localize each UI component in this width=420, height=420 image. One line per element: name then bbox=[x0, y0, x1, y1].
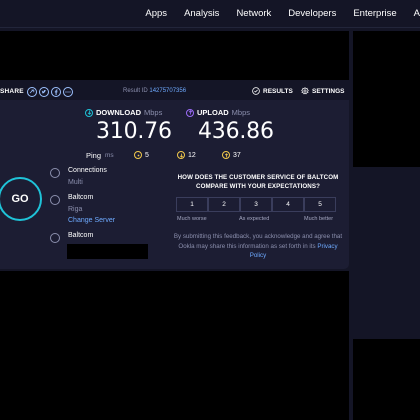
nav-item-network[interactable]: Network bbox=[236, 8, 271, 19]
rating-button-3[interactable]: 3 bbox=[240, 197, 272, 212]
results-label: RESULTS bbox=[263, 87, 293, 95]
upload-value: 436.86 bbox=[198, 119, 274, 144]
bottom-right-black-area bbox=[353, 339, 420, 420]
redacted-ip-address bbox=[67, 244, 148, 259]
change-server-link[interactable]: Change Server bbox=[68, 217, 115, 224]
rating-button-2[interactable]: 2 bbox=[208, 197, 240, 212]
connections-icon bbox=[50, 168, 60, 178]
gear-icon bbox=[301, 87, 309, 95]
rating-scale: 1 2 3 4 5 bbox=[176, 197, 336, 212]
check-circle-icon bbox=[252, 87, 260, 95]
link-icon[interactable] bbox=[26, 86, 37, 97]
upload-unit: Mbps bbox=[231, 108, 251, 117]
results-button[interactable]: RESULTS bbox=[252, 87, 293, 95]
user-icon bbox=[50, 233, 60, 243]
ping-upload-value: 37 bbox=[233, 151, 241, 159]
scale-high-label: Much better bbox=[304, 216, 334, 222]
nav-item-truncated[interactable]: A bbox=[414, 8, 420, 19]
top-black-area bbox=[0, 31, 349, 80]
ping-download-value: 12 bbox=[188, 151, 196, 159]
connections-value[interactable]: Multi bbox=[68, 179, 83, 186]
ping-idle: 5 bbox=[134, 151, 149, 159]
nav-item-analysis[interactable]: Analysis bbox=[184, 8, 219, 19]
download-unit: Mbps bbox=[144, 108, 163, 117]
scale-low-label: Much worse bbox=[177, 216, 207, 222]
result-id-label: Result ID bbox=[123, 88, 148, 94]
nav-links: Apps Analysis Network Developers Enterpr… bbox=[145, 0, 420, 27]
download-label: DOWNLOAD Mbps bbox=[85, 108, 162, 117]
scale-mid-label: As expected bbox=[239, 216, 270, 222]
feedback-question: HOW DOES THE CUSTOMER SERVICE OF BALTCOM… bbox=[177, 174, 339, 190]
go-button[interactable]: GO bbox=[0, 177, 42, 221]
provider-name: Baltcom bbox=[68, 232, 94, 239]
server-globe-icon bbox=[50, 195, 60, 205]
ping-unit: ms bbox=[105, 152, 114, 159]
result-panel: SHARE Result ID 14275707356 RESULTS SETT… bbox=[0, 83, 349, 269]
ping-upload: 37 bbox=[222, 151, 241, 159]
result-id-value[interactable]: 14275707356 bbox=[149, 88, 186, 94]
ping-download: 12 bbox=[177, 151, 196, 159]
idle-ping-icon bbox=[134, 151, 142, 159]
facebook-icon[interactable] bbox=[50, 86, 61, 97]
nav-item-developers[interactable]: Developers bbox=[288, 8, 336, 19]
rating-button-5[interactable]: 5 bbox=[304, 197, 336, 212]
bottom-black-area bbox=[0, 271, 349, 420]
download-arrow-icon bbox=[85, 108, 93, 117]
nav-item-enterprise[interactable]: Enterprise bbox=[353, 8, 396, 19]
top-navbar: Apps Analysis Network Developers Enterpr… bbox=[0, 0, 420, 28]
result-id: Result ID 14275707356 bbox=[123, 88, 186, 94]
result-header: SHARE Result ID 14275707356 RESULTS SETT… bbox=[0, 83, 349, 100]
ping-label: Ping ms bbox=[86, 151, 114, 160]
download-value: 310.76 bbox=[96, 119, 172, 144]
upload-label: UPLOAD Mbps bbox=[186, 108, 250, 117]
more-icon[interactable] bbox=[62, 86, 73, 97]
settings-label: SETTINGS bbox=[312, 87, 345, 95]
upload-title: UPLOAD bbox=[197, 108, 229, 117]
download-title: DOWNLOAD bbox=[96, 108, 141, 117]
ping-idle-value: 5 bbox=[145, 151, 149, 159]
download-ping-icon bbox=[177, 151, 185, 159]
server-city: Riga bbox=[68, 206, 83, 213]
rating-button-4[interactable]: 4 bbox=[272, 197, 304, 212]
nav-item-apps[interactable]: Apps bbox=[145, 8, 167, 19]
connections-title: Connections bbox=[68, 167, 107, 174]
twitter-icon[interactable] bbox=[38, 86, 49, 97]
right-black-area bbox=[353, 31, 420, 167]
share-label: SHARE bbox=[0, 88, 24, 95]
server-name: Baltcom bbox=[68, 194, 94, 201]
ping-title: Ping bbox=[86, 151, 102, 160]
upload-ping-icon bbox=[222, 151, 230, 159]
rating-button-1[interactable]: 1 bbox=[176, 197, 208, 212]
feedback-disclaimer: By submitting this feedback, you acknowl… bbox=[172, 232, 344, 261]
settings-button[interactable]: SETTINGS bbox=[301, 87, 345, 95]
upload-arrow-icon bbox=[186, 108, 194, 117]
